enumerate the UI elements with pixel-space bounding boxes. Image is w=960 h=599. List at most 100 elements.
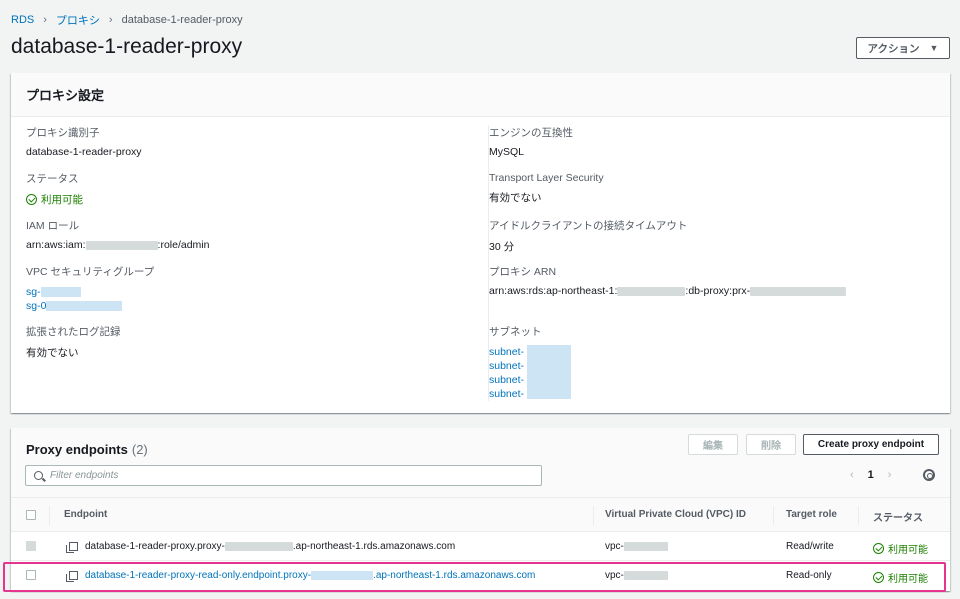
idle-timeout-field: アイドルクライアントの接続タイムアウト 30 分 — [489, 218, 687, 254]
page-number[interactable]: 1 — [868, 469, 874, 481]
redacted-mask — [623, 542, 668, 551]
row-checkbox[interactable] — [26, 570, 36, 580]
caret-down-icon: ▼ — [929, 43, 939, 53]
check-circle-icon — [873, 543, 884, 554]
vpc-sg-link[interactable]: sg-0 — [26, 299, 154, 313]
chevron-right-icon[interactable]: › — [888, 469, 892, 481]
redacted-mask — [311, 570, 374, 580]
tls-value: 有効でない — [489, 192, 542, 204]
actions-label: アクション — [867, 42, 920, 55]
endpoints-count: (2) — [131, 442, 148, 457]
endpoint-prefix: database-1-reader-proxy-read-only.endpoi… — [85, 570, 312, 581]
proxy-id-field: プロキシ識別子 database-1-reader-proxy — [26, 125, 142, 158]
arn-prefix: arn:aws:rds:ap-northeast-1: — [489, 285, 618, 297]
tls-field: Transport Layer Security 有効でない — [489, 172, 604, 205]
row-checkbox — [26, 541, 36, 551]
redacted-mask — [85, 240, 158, 250]
vpc-sg-label: VPC セキュリティグループ — [26, 266, 155, 278]
settings-right-column: エンジンの互換性 MySQL Transport Layer Security … — [488, 125, 938, 401]
table-header: Endpoint Virtual Private Cloud (VPC) ID … — [11, 497, 950, 532]
breadcrumb-rds[interactable]: RDS — [11, 14, 34, 26]
log-field: 拡張されたログ記録 有効でない — [26, 324, 121, 360]
search-icon — [34, 471, 43, 480]
gear-icon[interactable] — [923, 469, 935, 481]
endpoints-title: Proxy endpoints (2) — [26, 442, 148, 457]
redacted-mask — [40, 287, 81, 298]
page-title: database-1-reader-proxy — [11, 35, 243, 58]
iam-role-prefix: arn:aws:iam: — [26, 239, 86, 251]
iam-role-suffix: :role/admin — [157, 239, 210, 251]
proxy-settings-panel: プロキシ設定 プロキシ識別子 database-1-reader-proxy ス… — [11, 73, 950, 413]
idle-timeout-label: アイドルクライアントの接続タイムアウト — [489, 220, 688, 232]
column-divider — [593, 506, 594, 525]
actions-button[interactable]: アクション ▼ — [856, 37, 950, 59]
vpc-sg-link-text: sg-0 — [26, 300, 47, 312]
endpoints-header: Proxy endpoints (2) 編集 削除 Create proxy en… — [11, 428, 950, 497]
endpoint-prefix: database-1-reader-proxy.proxy- — [85, 541, 225, 552]
column-vpc[interactable]: Virtual Private Cloud (VPC) ID — [605, 509, 746, 520]
proxy-id-label: プロキシ識別子 — [26, 127, 100, 139]
vpc-sg-link[interactable]: sg- — [26, 285, 154, 299]
vpc-text: vpc- — [605, 541, 624, 552]
pagination: ‹ 1 › — [850, 469, 891, 481]
column-endpoint[interactable]: Endpoint — [64, 509, 107, 520]
select-all-checkbox[interactable] — [26, 510, 36, 520]
vpc-sg-list: sg- sg-0 — [26, 285, 154, 313]
proxy-settings-title: プロキシ設定 — [26, 88, 105, 103]
subnet-list: subnet- subnet- subnet- subnet- — [489, 345, 571, 401]
status-field: ステータス 利用可能 — [26, 171, 83, 207]
engine-value: MySQL — [489, 146, 525, 158]
create-endpoint-button[interactable]: Create proxy endpoint — [803, 434, 939, 455]
status-cell: 利用可能 — [873, 570, 928, 585]
status-value: 利用可能 — [26, 192, 83, 207]
table-row[interactable]: database-1-reader-proxy.proxy- .ap-northe… — [11, 532, 950, 561]
chevron-left-icon[interactable]: ‹ — [850, 469, 854, 481]
subnet-field: サブネット subnet- subnet- subnet- subnet- — [489, 324, 571, 401]
status-text: 利用可能 — [888, 545, 928, 556]
endpoints-title-text: Proxy endpoints — [26, 442, 128, 457]
column-divider — [773, 506, 774, 525]
tls-label: Transport Layer Security — [489, 172, 604, 184]
chevron-right-icon: › — [108, 14, 113, 26]
vpc-sg-link-text: sg- — [26, 286, 41, 298]
redacted-mask — [623, 571, 668, 580]
status-label: ステータス — [26, 173, 79, 185]
endpoint-link[interactable]: database-1-reader-proxy-read-only.endpoi… — [85, 570, 535, 581]
arn-middle: :db-proxy:prx- — [685, 285, 751, 297]
edit-button[interactable]: 編集 — [688, 434, 738, 455]
redacted-mask — [224, 542, 293, 551]
redacted-mask — [527, 345, 571, 399]
delete-button[interactable]: 削除 — [746, 434, 796, 455]
proxy-id-value: database-1-reader-proxy — [26, 146, 142, 158]
copy-icon[interactable] — [66, 542, 78, 553]
vpc-text: vpc- — [605, 570, 624, 581]
status-cell: 利用可能 — [873, 541, 928, 556]
redacted-mask — [46, 301, 123, 312]
check-circle-icon — [26, 194, 37, 205]
endpoints-table: Endpoint Virtual Private Cloud (VPC) ID … — [11, 497, 950, 590]
filter-endpoints-input[interactable]: Filter endpoints — [25, 465, 542, 486]
proxy-endpoints-panel: Proxy endpoints (2) 編集 削除 Create proxy en… — [11, 428, 950, 591]
idle-timeout-value: 30 分 — [489, 241, 515, 253]
column-target-role[interactable]: Target role — [786, 509, 837, 520]
filter-placeholder: Filter endpoints — [50, 470, 119, 481]
role-cell: Read/write — [786, 541, 834, 552]
log-value: 有効でない — [26, 347, 79, 359]
endpoint-suffix: .ap-northeast-1.rds.amazonaws.com — [292, 541, 456, 552]
redacted-mask — [750, 286, 847, 296]
column-status[interactable]: ステータス — [873, 509, 923, 524]
chevron-right-icon: › — [43, 14, 47, 26]
proxy-arn-value: arn:aws:rds:ap-northeast-1: :db-proxy:prx… — [489, 285, 847, 297]
endpoint-suffix: .ap-northeast-1.rds.amazonaws.com — [373, 570, 536, 581]
vpc-cell: vpc- — [605, 541, 668, 552]
vpc-sg-field: VPC セキュリティグループ sg- sg-0 — [26, 264, 154, 313]
breadcrumb-current: database-1-reader-proxy — [121, 14, 243, 26]
breadcrumb-proxies[interactable]: プロキシ — [56, 12, 100, 28]
copy-icon[interactable] — [66, 571, 78, 582]
iam-role-label: IAM ロール — [26, 220, 80, 232]
breadcrumb: RDS › プロキシ › database-1-reader-proxy — [11, 12, 243, 28]
column-divider — [49, 506, 50, 525]
table-row[interactable]: database-1-reader-proxy-read-only.endpoi… — [11, 561, 950, 590]
status-text: 利用可能 — [888, 574, 928, 585]
proxy-arn-label: プロキシ ARN — [489, 266, 557, 278]
